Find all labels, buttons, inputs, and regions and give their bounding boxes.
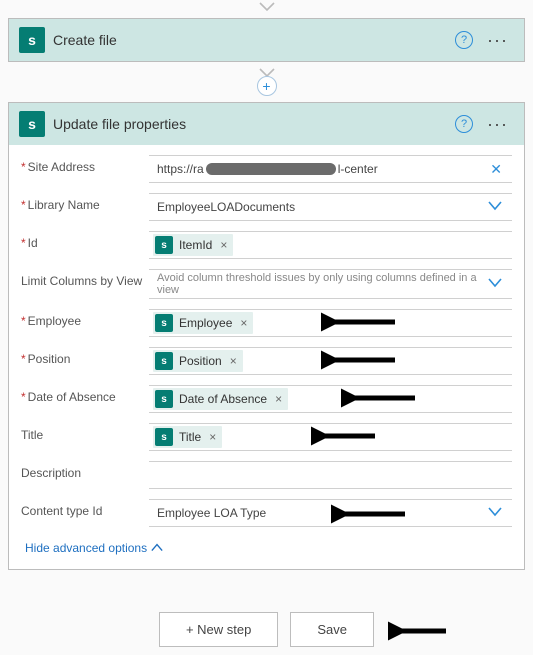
date-of-absence-pill-label: Date of Absence bbox=[179, 392, 267, 406]
connector-arrow-icon bbox=[259, 2, 275, 12]
chevron-up-icon bbox=[151, 543, 163, 553]
position-pill-label: Position bbox=[179, 354, 222, 368]
employee-field[interactable]: s Employee × bbox=[149, 309, 512, 337]
save-button[interactable]: Save bbox=[290, 612, 374, 647]
position-field[interactable]: s Position × bbox=[149, 347, 512, 375]
site-address-field[interactable]: https://ra l-center ✕ bbox=[149, 155, 512, 183]
remove-icon[interactable]: × bbox=[218, 238, 227, 252]
description-label: Description bbox=[21, 461, 149, 480]
more-menu-icon[interactable]: ··· bbox=[481, 119, 514, 129]
new-step-button[interactable]: + New step bbox=[159, 612, 278, 647]
remove-icon[interactable]: × bbox=[238, 316, 247, 330]
chevron-down-icon[interactable] bbox=[482, 200, 508, 214]
date-of-absence-field[interactable]: s Date of Absence × bbox=[149, 385, 512, 413]
description-field[interactable] bbox=[149, 461, 512, 489]
employee-pill[interactable]: s Employee × bbox=[153, 312, 253, 334]
update-file-title: Update file properties bbox=[53, 116, 447, 132]
sharepoint-icon: s bbox=[19, 27, 45, 53]
site-address-prefix: https://ra bbox=[157, 162, 204, 176]
site-address-suffix: l-center bbox=[338, 162, 378, 176]
sharepoint-icon: s bbox=[155, 390, 173, 408]
chevron-down-icon[interactable] bbox=[482, 277, 508, 291]
create-file-card: s Create file ? ··· bbox=[8, 18, 525, 62]
sharepoint-icon: s bbox=[155, 236, 173, 254]
id-field[interactable]: s ItemId × bbox=[149, 231, 512, 259]
add-step-button[interactable]: + bbox=[257, 76, 277, 96]
employee-label: Employee bbox=[21, 309, 149, 328]
title-field[interactable]: s Title × bbox=[149, 423, 512, 451]
title-pill[interactable]: s Title × bbox=[153, 426, 222, 448]
position-pill[interactable]: s Position × bbox=[153, 350, 243, 372]
content-type-id-label: Content type Id bbox=[21, 499, 149, 518]
site-address-label: Site Address bbox=[21, 155, 149, 174]
employee-pill-label: Employee bbox=[179, 316, 232, 330]
chevron-down-icon[interactable] bbox=[482, 506, 508, 520]
sharepoint-icon: s bbox=[155, 428, 173, 446]
create-file-header[interactable]: s Create file ? ··· bbox=[9, 19, 524, 61]
id-pill[interactable]: s ItemId × bbox=[153, 234, 233, 256]
remove-icon[interactable]: × bbox=[228, 354, 237, 368]
sharepoint-icon: s bbox=[19, 111, 45, 137]
limit-columns-label: Limit Columns by View bbox=[21, 269, 149, 288]
id-label: Id bbox=[21, 231, 149, 250]
position-label: Position bbox=[21, 347, 149, 366]
annotation-arrow-icon bbox=[388, 620, 448, 642]
library-name-label: Library Name bbox=[21, 193, 149, 212]
library-name-field[interactable]: EmployeeLOADocuments bbox=[149, 193, 512, 221]
more-menu-icon[interactable]: ··· bbox=[481, 35, 514, 45]
redacted-segment bbox=[206, 163, 336, 175]
id-pill-label: ItemId bbox=[179, 238, 212, 252]
hide-advanced-options-link[interactable]: Hide advanced options bbox=[21, 537, 163, 569]
limit-columns-placeholder: Avoid column threshold issues by only us… bbox=[157, 272, 482, 296]
remove-icon[interactable]: × bbox=[273, 392, 282, 406]
title-pill-label: Title bbox=[179, 430, 201, 444]
hide-advanced-label: Hide advanced options bbox=[25, 541, 147, 555]
date-of-absence-label: Date of Absence bbox=[21, 385, 149, 404]
update-file-properties-card: s Update file properties ? ··· Site Addr… bbox=[8, 102, 525, 570]
title-label: Title bbox=[21, 423, 149, 442]
library-name-value: EmployeeLOADocuments bbox=[157, 200, 295, 214]
clear-icon[interactable]: ✕ bbox=[484, 161, 508, 178]
limit-columns-field[interactable]: Avoid column threshold issues by only us… bbox=[149, 269, 512, 299]
date-of-absence-pill[interactable]: s Date of Absence × bbox=[153, 388, 288, 410]
sharepoint-icon: s bbox=[155, 314, 173, 332]
help-icon[interactable]: ? bbox=[455, 115, 473, 133]
content-type-id-value: Employee LOA Type bbox=[157, 506, 266, 520]
update-file-header[interactable]: s Update file properties ? ··· bbox=[9, 103, 524, 145]
help-icon[interactable]: ? bbox=[455, 31, 473, 49]
create-file-title: Create file bbox=[53, 32, 447, 48]
content-type-id-field[interactable]: Employee LOA Type bbox=[149, 499, 512, 527]
sharepoint-icon: s bbox=[155, 352, 173, 370]
remove-icon[interactable]: × bbox=[207, 430, 216, 444]
